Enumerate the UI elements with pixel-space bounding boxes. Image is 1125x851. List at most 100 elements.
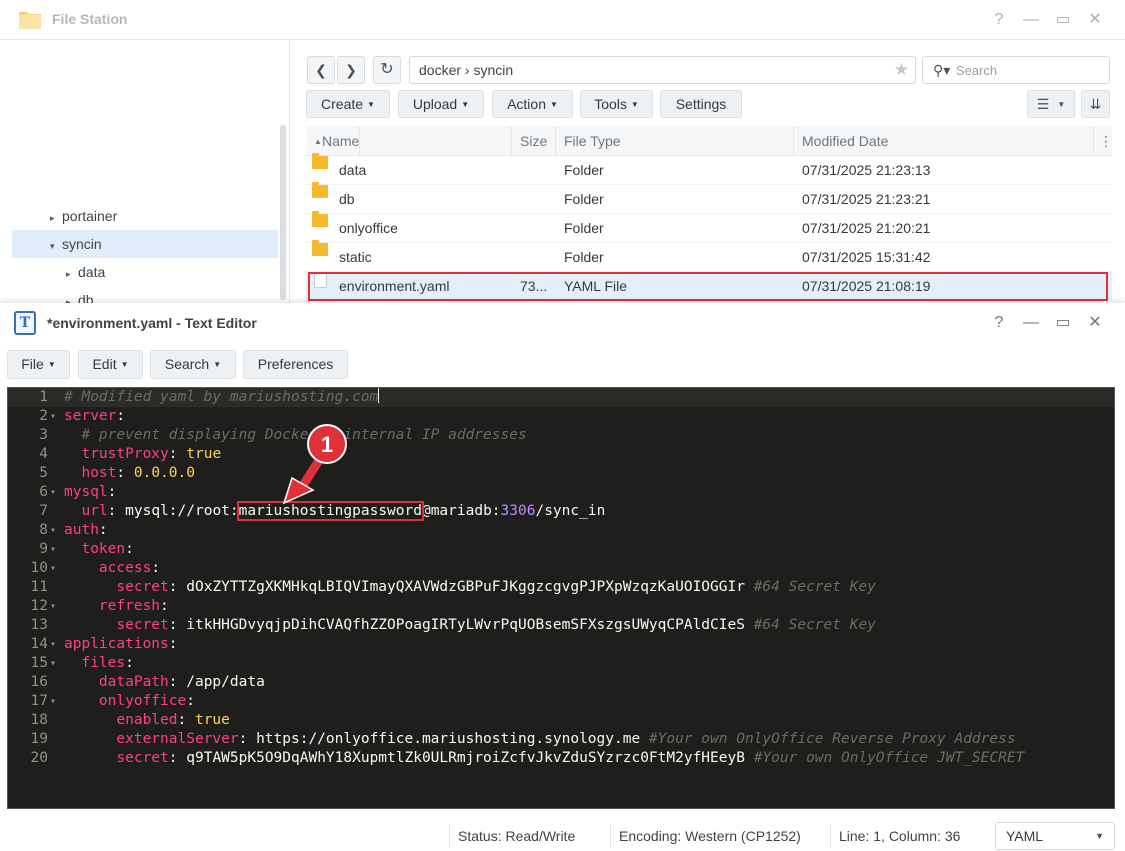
fold-arrow-icon[interactable]: ▾ bbox=[50, 635, 60, 654]
code-token: secret bbox=[116, 617, 169, 633]
tree-item-syncin[interactable]: ▾ syncin bbox=[12, 230, 278, 258]
table-row-selected[interactable]: environment.yaml 73... YAML File 07/31/2… bbox=[306, 272, 1112, 301]
code-token: # Modified yaml by mariushosting.com bbox=[64, 389, 379, 405]
fold-arrow-icon[interactable]: ▾ bbox=[50, 540, 60, 559]
code-text: enabled: true bbox=[64, 711, 230, 730]
column-options-icon[interactable]: ⋮ bbox=[1094, 126, 1113, 156]
code-line[interactable]: 15 ▾ files: bbox=[8, 654, 1114, 673]
table-row[interactable]: static Folder 07/31/2025 15:31:42 bbox=[306, 240, 1112, 272]
code-token: : bbox=[168, 750, 187, 766]
file-menu-button[interactable]: File ▼ bbox=[7, 350, 70, 379]
file-station-window-controls: ? — ▭ ✕ bbox=[983, 10, 1111, 30]
fold-arrow-icon[interactable]: ▾ bbox=[50, 407, 60, 426]
code-line[interactable]: 11 secret: dOxZYTTZgXKMHkqLBIQVImayQXAVW… bbox=[8, 578, 1114, 597]
expand-arrow-icon[interactable]: ▸ bbox=[66, 288, 78, 303]
close-icon[interactable]: ✕ bbox=[1079, 313, 1111, 333]
preferences-button[interactable]: Preferences bbox=[243, 350, 348, 379]
help-icon[interactable]: ? bbox=[983, 10, 1015, 30]
back-button[interactable]: ❮ bbox=[307, 56, 335, 84]
fold-arrow-icon[interactable]: ▾ bbox=[50, 597, 60, 616]
column-name[interactable]: Name ▲ bbox=[306, 126, 512, 156]
column-file-type[interactable]: File Type bbox=[556, 126, 794, 156]
minimize-icon[interactable]: — bbox=[1015, 313, 1047, 333]
code-line[interactable]: 8 ▾ auth: bbox=[8, 521, 1114, 540]
code-line[interactable]: 13 secret: itkHHGDvyqjpDihCVAQfhZZOPoagI… bbox=[8, 616, 1114, 635]
code-line[interactable]: 3 # prevent displaying Docker's internal… bbox=[8, 426, 1114, 445]
fold-arrow-icon[interactable]: ▾ bbox=[50, 521, 60, 540]
tree-item-db[interactable]: ▸ db bbox=[66, 286, 276, 303]
code-text: token: bbox=[64, 540, 133, 559]
code-token: : bbox=[168, 446, 187, 462]
minimize-icon[interactable]: — bbox=[1015, 10, 1047, 30]
tree-item-label: data bbox=[78, 264, 106, 280]
code-line[interactable]: 10 ▾ access: bbox=[8, 559, 1114, 578]
upload-button[interactable]: Upload ▼ bbox=[398, 90, 484, 118]
column-modified-date[interactable]: Modified Date bbox=[794, 126, 1094, 156]
star-icon[interactable]: ★ bbox=[894, 57, 909, 83]
code-line[interactable]: 20 secret: q9TAW5pK5O9DqAWhY18XupmtlZk0U… bbox=[8, 749, 1114, 768]
refresh-button[interactable]: ↻ bbox=[373, 56, 401, 84]
code-line[interactable]: 12 ▾ refresh: bbox=[8, 597, 1114, 616]
table-row[interactable]: db Folder 07/31/2025 21:23:21 bbox=[306, 182, 1112, 214]
file-station-window: File Station ? — ▭ ✕ ▸ portainer ▾ syncin … bbox=[0, 0, 1125, 303]
column-name-label: Name bbox=[314, 126, 361, 156]
sort-icon: ⇊ bbox=[1089, 96, 1102, 112]
maximize-icon[interactable]: ▭ bbox=[1047, 10, 1079, 30]
collapse-arrow-icon[interactable]: ▾ bbox=[50, 232, 62, 260]
code-token: auth bbox=[64, 522, 99, 538]
sidebar-scrollbar[interactable] bbox=[280, 125, 286, 300]
code-line[interactable]: 16 dataPath: /app/data bbox=[8, 673, 1114, 692]
tools-button[interactable]: Tools ▼ bbox=[580, 90, 653, 118]
fold-arrow-icon[interactable]: ▾ bbox=[50, 654, 60, 673]
expand-arrow-icon[interactable]: ▸ bbox=[66, 260, 78, 288]
fold-arrow-icon[interactable]: ▾ bbox=[50, 483, 60, 502]
table-row[interactable]: onlyoffice Folder 07/31/2025 21:20:21 bbox=[306, 211, 1112, 243]
highlight-box bbox=[308, 272, 1108, 301]
code-line[interactable]: 7 url: mysql://root:mariushostingpasswor… bbox=[8, 501, 1114, 521]
fold-arrow-icon[interactable]: ▾ bbox=[50, 559, 60, 578]
code-line[interactable]: 17 ▾ onlyoffice: bbox=[8, 692, 1114, 711]
code-line[interactable]: 4 trustProxy: true bbox=[8, 445, 1114, 464]
help-icon[interactable]: ? bbox=[983, 313, 1015, 333]
search-input[interactable]: ⚲▾ Search bbox=[922, 56, 1110, 84]
edit-menu-button[interactable]: Edit ▼ bbox=[78, 350, 143, 379]
folder-icon bbox=[312, 182, 328, 198]
code-token: refresh bbox=[98, 598, 161, 614]
tree-item-data[interactable]: ▸ data bbox=[66, 258, 276, 286]
file-type: Folder bbox=[564, 220, 604, 236]
line-number: 7 bbox=[39, 503, 48, 519]
maximize-icon[interactable]: ▭ bbox=[1047, 313, 1079, 333]
edit-menu-label: Edit bbox=[92, 356, 117, 372]
language-select[interactable]: YAML ▼ bbox=[995, 822, 1115, 850]
code-editor[interactable]: 1 # Modified yaml by mariushosting.com 2 ▾ s… bbox=[7, 387, 1115, 809]
table-row[interactable]: data Folder 07/31/2025 21:23:13 bbox=[306, 153, 1112, 185]
text-editor-window: T *environment.yaml - Text Editor ? — ▭ … bbox=[0, 303, 1125, 851]
code-line[interactable]: 9 ▾ token: bbox=[8, 540, 1114, 559]
expand-arrow-icon[interactable]: ▸ bbox=[50, 204, 62, 232]
list-view-button[interactable]: ☰ ▼ bbox=[1027, 90, 1075, 118]
code-line[interactable]: 5 host: 0.0.0.0 bbox=[8, 464, 1114, 483]
code-line[interactable]: 14 ▾ applications: bbox=[8, 635, 1114, 654]
code-text: files: bbox=[64, 654, 133, 673]
search-menu-button[interactable]: Search ▼ bbox=[150, 350, 236, 379]
column-size[interactable]: Size bbox=[512, 126, 556, 156]
sort-button[interactable]: ⇊ bbox=[1081, 90, 1110, 118]
code-line[interactable]: 19 externalServer: https://onlyoffice.ma… bbox=[8, 730, 1114, 749]
code-line[interactable]: 2 ▾ server: bbox=[8, 407, 1114, 426]
path-bar[interactable]: docker › syncin ★ bbox=[409, 56, 916, 84]
code-line[interactable]: 1 # Modified yaml by mariushosting.com bbox=[8, 388, 1114, 407]
action-button[interactable]: Action ▼ bbox=[492, 90, 573, 118]
tree-item-portainer[interactable]: ▸ portainer bbox=[50, 202, 280, 230]
code-line[interactable]: 6 ▾ mysql: bbox=[8, 483, 1114, 502]
forward-button[interactable]: ❯ bbox=[337, 56, 365, 84]
fold-arrow-icon[interactable]: ▾ bbox=[50, 692, 60, 711]
create-button[interactable]: Create ▼ bbox=[306, 90, 390, 118]
code-line[interactable]: 18 enabled: true bbox=[8, 711, 1114, 730]
code-token: secret bbox=[116, 750, 169, 766]
close-icon[interactable]: ✕ bbox=[1079, 10, 1111, 30]
settings-button[interactable]: Settings bbox=[660, 90, 742, 118]
